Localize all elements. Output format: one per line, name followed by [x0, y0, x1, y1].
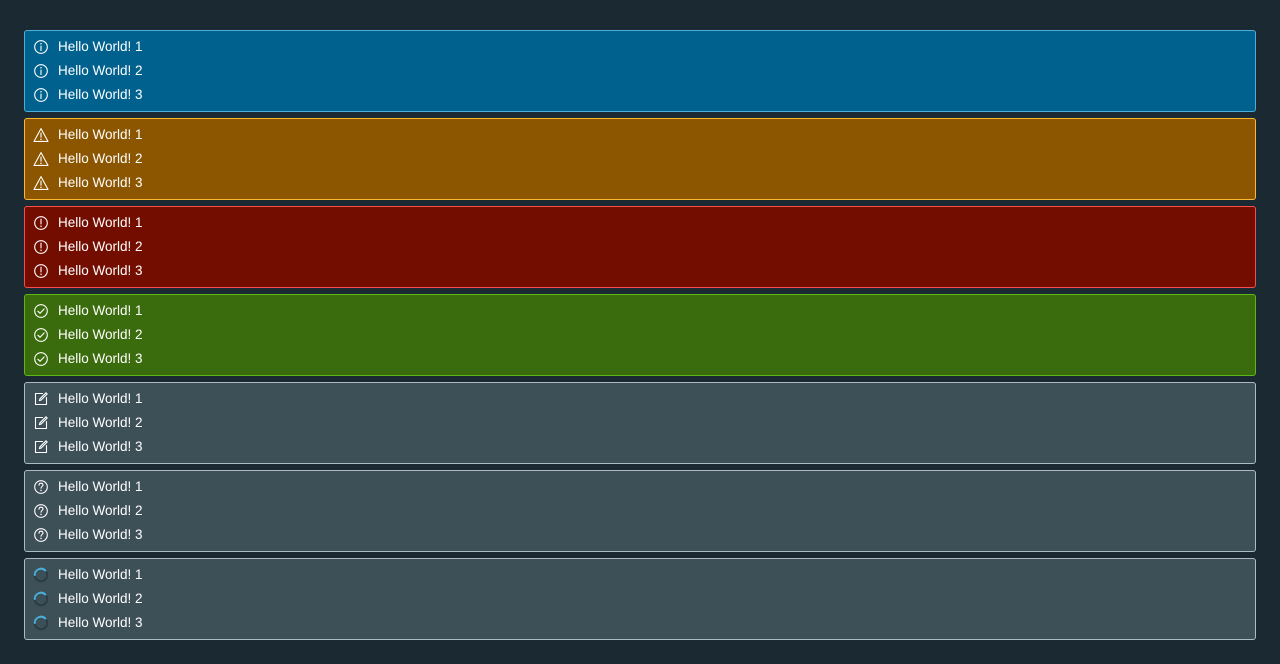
alert-text: Hello World! 3 [58, 439, 143, 454]
help-icon [33, 527, 49, 543]
edit-icon [33, 439, 49, 455]
error-icon [33, 215, 49, 231]
alert-text: Hello World! 3 [58, 175, 143, 190]
alert-item: Hello World! 2 [33, 587, 1255, 611]
alerts-container: Hello World! 1 Hello World! 2 Hello World!… [24, 30, 1256, 646]
alert-item: Hello World! 1 [33, 387, 1255, 411]
alert-info: Hello World! 1 Hello World! 2 Hello World!… [24, 30, 1256, 112]
alert-unknown: Hello World! 1 Hello World! 2 Hello World!… [24, 470, 1256, 552]
alert-text: Hello World! 3 [58, 527, 143, 542]
alert-text: Hello World! 1 [58, 303, 143, 318]
alert-item: Hello World! 1 [33, 123, 1255, 147]
spinner-icon [33, 567, 49, 583]
alert-item: Hello World! 1 [33, 563, 1255, 587]
alert-text: Hello World! 1 [58, 215, 143, 230]
alert-text: Hello World! 2 [58, 503, 143, 518]
alert-text: Hello World! 3 [58, 263, 143, 278]
alert-item: Hello World! 3 [33, 523, 1255, 547]
alert-warning: Hello World! 1 Hello World! 2 Hello World!… [24, 118, 1256, 200]
success-icon [33, 351, 49, 367]
alert-item: Hello World! 3 [33, 259, 1255, 283]
alert-item: Hello World! 1 [33, 299, 1255, 323]
alert-item: Hello World! 2 [33, 147, 1255, 171]
alert-item: Hello World! 2 [33, 323, 1255, 347]
alert-text: Hello World! 3 [58, 351, 143, 366]
alert-item: Hello World! 1 [33, 211, 1255, 235]
spinner-icon [33, 591, 49, 607]
alert-neutral: Hello World! 1 Hello World! 2 Hello World!… [24, 382, 1256, 464]
info-icon [33, 39, 49, 55]
alert-item: Hello World! 3 [33, 435, 1255, 459]
alert-text: Hello World! 3 [58, 87, 143, 102]
alert-item: Hello World! 2 [33, 411, 1255, 435]
alert-text: Hello World! 1 [58, 567, 143, 582]
warning-icon [33, 151, 49, 167]
success-icon [33, 327, 49, 343]
alert-text: Hello World! 2 [58, 239, 143, 254]
warning-icon [33, 127, 49, 143]
alert-text: Hello World! 2 [58, 63, 143, 78]
alert-text: Hello World! 2 [58, 327, 143, 342]
help-icon [33, 479, 49, 495]
alert-item: Hello World! 1 [33, 475, 1255, 499]
spinner-icon [33, 615, 49, 631]
error-icon [33, 263, 49, 279]
alert-text: Hello World! 1 [58, 127, 143, 142]
alert-item: Hello World! 2 [33, 235, 1255, 259]
alert-text: Hello World! 1 [58, 479, 143, 494]
alert-text: Hello World! 1 [58, 391, 143, 406]
alert-text: Hello World! 2 [58, 591, 143, 606]
alert-item: Hello World! 3 [33, 171, 1255, 195]
alert-item: Hello World! 2 [33, 59, 1255, 83]
alert-text: Hello World! 2 [58, 415, 143, 430]
alert-success: Hello World! 1 Hello World! 2 Hello World!… [24, 294, 1256, 376]
help-icon [33, 503, 49, 519]
info-icon [33, 87, 49, 103]
edit-icon [33, 415, 49, 431]
alert-text: Hello World! 2 [58, 151, 143, 166]
alert-item: Hello World! 3 [33, 83, 1255, 107]
alert-danger: Hello World! 1 Hello World! 2 Hello World!… [24, 206, 1256, 288]
alert-item: Hello World! 3 [33, 611, 1255, 635]
alert-loading: Hello World! 1 Hello World! 2 Hello World!… [24, 558, 1256, 640]
error-icon [33, 239, 49, 255]
success-icon [33, 303, 49, 319]
info-icon [33, 63, 49, 79]
alert-item: Hello World! 2 [33, 499, 1255, 523]
alert-text: Hello World! 1 [58, 39, 143, 54]
alert-text: Hello World! 3 [58, 615, 143, 630]
edit-icon [33, 391, 49, 407]
alert-item: Hello World! 1 [33, 35, 1255, 59]
alert-item: Hello World! 3 [33, 347, 1255, 371]
warning-icon [33, 175, 49, 191]
